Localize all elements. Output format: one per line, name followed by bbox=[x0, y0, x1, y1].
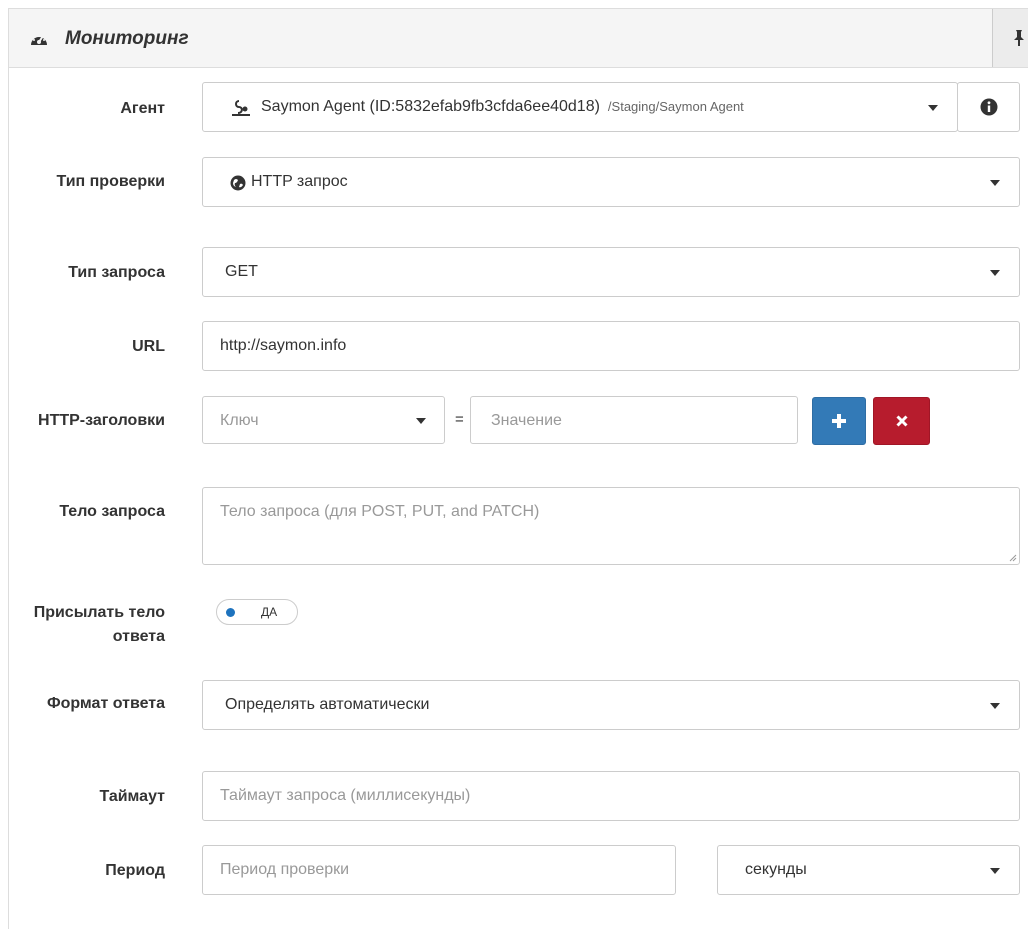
plus-icon bbox=[832, 414, 846, 428]
period-label: Период bbox=[105, 862, 165, 879]
body-label: Тело запроса bbox=[59, 503, 165, 520]
url-label: URL bbox=[132, 338, 165, 355]
agent-select[interactable]: Saymon Agent (ID:5832efab9fb3cfda6ee40d1… bbox=[202, 82, 958, 132]
check-type-label: Тип проверки bbox=[56, 173, 165, 190]
url-input[interactable]: http://saymon.info bbox=[202, 321, 1020, 371]
url-value: http://saymon.info bbox=[220, 337, 347, 354]
chevron-down-icon bbox=[928, 105, 938, 111]
request-type-select[interactable]: GET bbox=[202, 247, 1020, 297]
timeout-input[interactable]: Таймаут запроса (миллисекунды) bbox=[202, 771, 1020, 821]
chevron-down-icon bbox=[990, 180, 1000, 186]
pin-icon bbox=[1014, 30, 1024, 46]
check-type-value: HTTP запрос bbox=[251, 173, 348, 190]
headers-label: HTTP-заголовки bbox=[38, 412, 165, 429]
chevron-down-icon bbox=[990, 270, 1000, 276]
info-icon bbox=[980, 98, 997, 116]
chevron-down-icon bbox=[416, 418, 426, 424]
send-body-label: Присылать тело ответа bbox=[33, 604, 165, 645]
check-type-select[interactable]: HTTP запрос bbox=[202, 157, 1020, 207]
remove-header-button[interactable] bbox=[873, 397, 930, 445]
header-value-placeholder: Значение bbox=[491, 412, 562, 429]
timeout-placeholder: Таймаут запроса (миллисекунды) bbox=[220, 787, 471, 804]
period-unit-value: секунды bbox=[745, 861, 807, 878]
agent-label: Агент bbox=[120, 100, 165, 117]
close-icon bbox=[895, 415, 908, 427]
header-key-select[interactable]: Ключ bbox=[202, 396, 445, 444]
chevron-down-icon bbox=[990, 868, 1000, 874]
toggle-dot bbox=[226, 608, 235, 617]
globe-icon bbox=[230, 175, 246, 191]
header-key-placeholder: Ключ bbox=[220, 412, 259, 429]
header-value-input[interactable]: Значение bbox=[470, 396, 798, 444]
pin-button[interactable] bbox=[992, 9, 1028, 67]
response-format-value: Определять автоматически bbox=[225, 696, 430, 713]
agent-icon bbox=[232, 100, 250, 116]
agent-info-button[interactable] bbox=[957, 82, 1020, 132]
send-body-toggle[interactable]: ДА bbox=[216, 599, 298, 625]
panel-header: Мониторинг bbox=[9, 9, 1028, 68]
body-placeholder: Тело запроса (для POST, PUT, and PATCH) bbox=[220, 503, 540, 520]
agent-value: Saymon Agent (ID:5832efab9fb3cfda6ee40d1… bbox=[261, 98, 600, 115]
request-type-value: GET bbox=[225, 263, 258, 280]
equals-sign: = bbox=[455, 411, 464, 428]
request-type-label: Тип запроса bbox=[68, 264, 165, 281]
period-unit-select[interactable]: секунды bbox=[717, 845, 1020, 895]
response-format-label: Формат ответа bbox=[46, 695, 165, 712]
chevron-down-icon bbox=[990, 703, 1000, 709]
period-placeholder: Период проверки bbox=[220, 861, 350, 878]
timeout-label: Таймаут bbox=[99, 788, 165, 805]
dashboard-icon bbox=[31, 35, 47, 45]
panel-title: Мониторинг bbox=[65, 28, 189, 49]
resize-handle-icon[interactable] bbox=[1009, 554, 1017, 562]
agent-path: /Staging/Saymon Agent bbox=[607, 99, 744, 114]
toggle-text: ДА bbox=[261, 605, 278, 619]
response-format-select[interactable]: Определять автоматически bbox=[202, 680, 1020, 730]
period-input[interactable]: Период проверки bbox=[202, 845, 676, 895]
body-textarea[interactable]: Тело запроса (для POST, PUT, and PATCH) bbox=[202, 487, 1020, 565]
add-header-button[interactable] bbox=[812, 397, 866, 445]
